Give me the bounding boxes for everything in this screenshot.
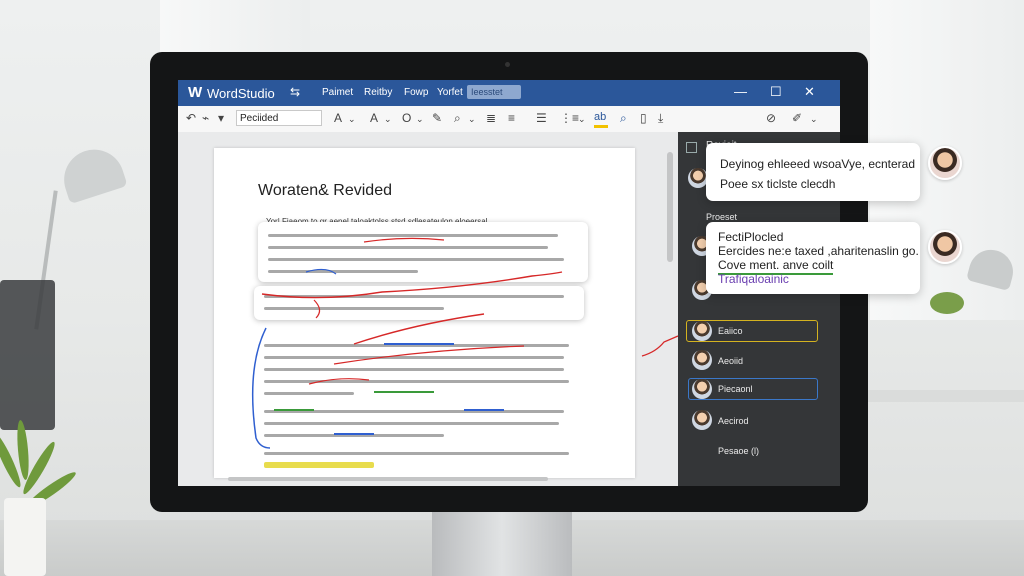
- chevron-down-icon[interactable]: ⌄: [810, 114, 818, 125]
- reviewer-label[interactable]: Aeoiid: [718, 356, 743, 366]
- blue-bracket-stroke: [251, 327, 271, 449]
- background-table: [854, 390, 1024, 402]
- align-center-icon[interactable]: ≣: [486, 111, 496, 125]
- text-effects-icon[interactable]: A: [370, 111, 378, 125]
- title-bar: W WordStudio ⇆ Paimet Reitby Fowp Yorfet…: [178, 80, 840, 106]
- maximize-button[interactable]: ☐: [770, 84, 782, 100]
- comment-connector: [641, 335, 679, 357]
- text-highlight-icon[interactable]: ab: [594, 112, 608, 128]
- chevron-down-icon[interactable]: ⌄: [348, 114, 356, 125]
- red-markup-stroke: [363, 237, 445, 243]
- red-markup-stroke: [261, 271, 563, 299]
- panel-section-label: Proeset: [706, 212, 738, 222]
- shading-icon[interactable]: O: [402, 111, 411, 125]
- avatar[interactable]: [692, 410, 712, 430]
- editor-icon[interactable]: ✐: [792, 111, 802, 125]
- comment-callout[interactable]: FectiPlocled Eercides ne:e taxed ,aharit…: [706, 222, 920, 294]
- avatar[interactable]: [928, 146, 962, 180]
- quick-access-icon[interactable]: ⇆: [290, 85, 300, 99]
- spelling-icon[interactable]: ▯: [640, 111, 647, 125]
- comment-callout[interactable]: Deyinog ehleeed wsoaVye, ecnterad Poee s…: [706, 143, 920, 201]
- undo-icon[interactable]: ↶: [186, 111, 196, 125]
- callout-line: Deyinog ehleeed wsoaVye, ecnterad: [720, 157, 916, 171]
- callout-line: Poee sx ticlste clecdh: [720, 177, 836, 191]
- share-icon[interactable]: ⊘: [766, 111, 776, 125]
- chevron-down-icon[interactable]: ⌄: [416, 114, 424, 125]
- font-name-field[interactable]: Peciided: [236, 110, 322, 126]
- chevron-down-icon[interactable]: ⌄: [468, 114, 476, 125]
- background-lamp: [56, 141, 128, 205]
- track-changes-overlay: [251, 237, 563, 449]
- document-area: Woraten& Revided Yor| Fiaeom to gr aenel…: [178, 132, 678, 486]
- chevron-down-icon[interactable]: ⌄: [384, 114, 392, 125]
- red-markup-stroke: [353, 313, 485, 345]
- background-plant-right: [930, 292, 964, 314]
- avatar: [692, 321, 712, 341]
- numbering-icon[interactable]: ⋮≡: [560, 111, 579, 125]
- background-chair: [0, 280, 55, 430]
- red-markup-stroke: [333, 345, 525, 365]
- reviewer-label[interactable]: Aecirod: [718, 416, 749, 426]
- app-logo: W: [188, 84, 203, 101]
- align-justify-icon[interactable]: ≡: [508, 111, 515, 125]
- scroll-icon[interactable]: ⤓: [658, 111, 663, 126]
- vertical-scrollbar[interactable]: [667, 152, 673, 262]
- menu-item-4[interactable]: Yorfet: [437, 87, 463, 98]
- find-icon[interactable]: ⌕: [620, 111, 627, 126]
- bullets-icon[interactable]: ☰: [536, 111, 547, 125]
- monitor-stand: [432, 511, 572, 576]
- document-page[interactable]: Woraten& Revided Yor| Fiaeom to gr aenel…: [214, 148, 635, 478]
- avatar[interactable]: [692, 350, 712, 370]
- menu-item-1[interactable]: Paimet: [322, 87, 353, 98]
- minimize-button[interactable]: —: [734, 84, 747, 99]
- pen-icon[interactable]: ✎: [432, 111, 442, 125]
- avatar[interactable]: [688, 168, 708, 188]
- chevron-down-icon[interactable]: ⌄: [578, 114, 586, 125]
- callout-line: Trafiqaloainic: [718, 272, 789, 286]
- reviewer-label: Eaiico: [718, 326, 743, 336]
- webcam: [505, 62, 510, 67]
- avatar: [692, 379, 712, 399]
- font-dropdown-icon[interactable]: ▾: [218, 111, 224, 125]
- callout-line: Eercides ne:e taxed ,aharitenaslin go.: [718, 244, 919, 258]
- format-painter-icon[interactable]: ⌁: [202, 111, 209, 125]
- blue-markup-stroke: [305, 268, 337, 275]
- horizontal-scrollbar[interactable]: [228, 477, 548, 481]
- reviewer-label: Piecaonl: [718, 384, 753, 394]
- highlighter-icon[interactable]: ⌕: [454, 111, 461, 126]
- comments-icon[interactable]: [686, 142, 697, 153]
- search-box[interactable]: Ieesstet: [467, 85, 521, 99]
- avatar[interactable]: [928, 230, 962, 264]
- menu-item-2[interactable]: Reitby: [364, 87, 392, 98]
- font-color-icon[interactable]: A: [334, 111, 342, 125]
- plant-pot: [4, 498, 46, 576]
- panel-footer: Pesaoe (l): [718, 446, 760, 456]
- callout-line: FectiPlocled: [718, 230, 784, 244]
- ribbon-toolbar: ↶ ⌁ ▾ Peciided A ⌄ A ⌄ O ⌄ ✎ ⌕ ⌄ ≣ ≡ ☰ ⋮…: [178, 106, 840, 133]
- red-markup-stroke: [308, 378, 370, 385]
- close-button[interactable]: ✕: [804, 84, 815, 100]
- menu-item-3[interactable]: Fowp: [404, 87, 428, 98]
- app-title: WordStudio: [207, 86, 275, 101]
- red-markup-stroke: [313, 299, 321, 319]
